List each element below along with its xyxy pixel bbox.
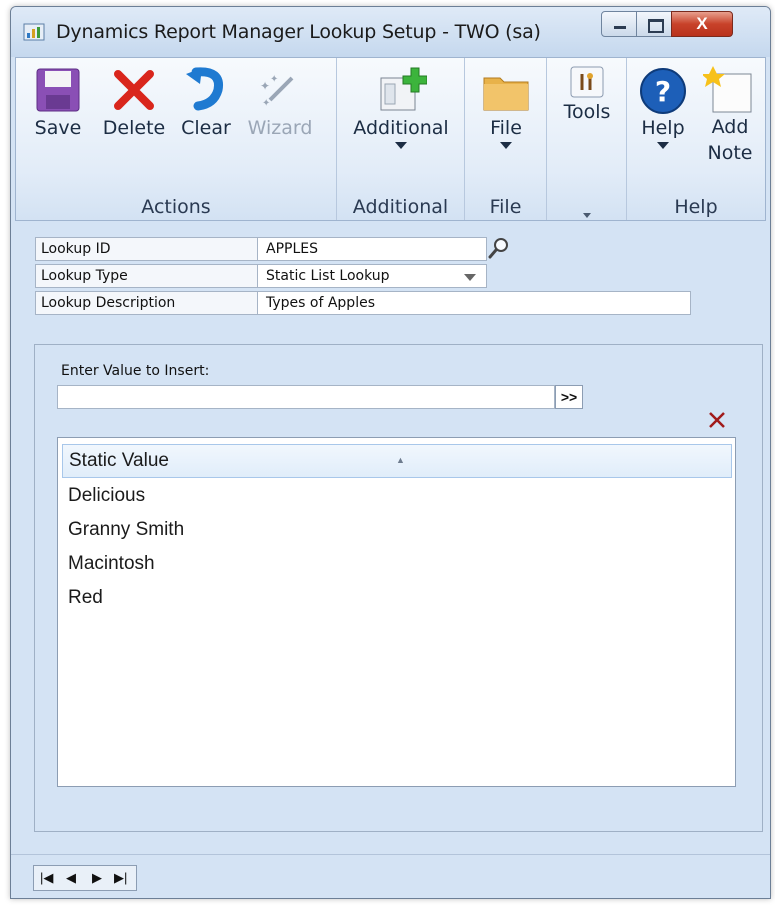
enter-value-input[interactable] — [57, 385, 555, 409]
ribbon-group-file: File File — [465, 58, 547, 220]
group-label-actions: Actions — [141, 196, 211, 218]
next-record-icon[interactable]: ▶ — [92, 870, 102, 886]
delete-button[interactable]: Delete — [98, 66, 170, 142]
window: Dynamics Report Manager Lookup Setup - T… — [10, 6, 771, 899]
clear-icon — [186, 67, 224, 111]
additional-button[interactable]: Additional — [345, 66, 457, 149]
additional-dropdown-icon — [395, 142, 407, 149]
list-item[interactable]: Red — [68, 587, 103, 609]
maximize-icon — [648, 19, 664, 33]
help-button[interactable]: ? Help — [633, 66, 693, 149]
static-value-list[interactable]: Static Value ▲ Delicious Granny Smith Ma… — [57, 437, 736, 787]
group-label-tools — [547, 201, 626, 218]
first-record-icon[interactable]: |◀ — [40, 870, 53, 886]
group-label-additional: Additional — [352, 196, 449, 218]
ribbon: Save Delete Clear ✦ ✦ ✦ Wizard Actions A… — [15, 57, 766, 221]
file-dropdown-icon — [500, 142, 512, 149]
ribbon-group-actions: Save Delete Clear ✦ ✦ ✦ Wizard Actions — [16, 58, 337, 220]
group-label-file: File — [489, 196, 522, 218]
tools-icon — [570, 66, 604, 98]
close-icon: X — [696, 14, 708, 33]
wizard-icon: ✦ ✦ ✦ — [260, 74, 294, 109]
app-icon — [23, 23, 45, 41]
close-button[interactable]: X — [671, 11, 733, 37]
lookup-description-field[interactable]: Types of Apples — [257, 291, 691, 315]
column-header-static-value[interactable]: Static Value ▲ — [62, 444, 732, 478]
remove-value-button[interactable] — [706, 409, 728, 431]
maximize-button[interactable] — [636, 11, 672, 37]
minimize-icon — [614, 26, 626, 29]
lookup-id-label: Lookup ID — [35, 237, 257, 261]
search-icon — [488, 238, 508, 259]
file-icon — [483, 77, 529, 111]
tools-dropdown-icon[interactable] — [582, 213, 591, 218]
save-icon — [36, 68, 80, 112]
group-label-help: Help — [674, 196, 718, 218]
insert-value-button[interactable]: >> — [555, 385, 583, 409]
file-button[interactable]: File — [471, 66, 541, 149]
footer-divider — [11, 854, 770, 855]
svg-text:✦: ✦ — [262, 98, 270, 109]
title-bar[interactable]: Dynamics Report Manager Lookup Setup - T… — [11, 7, 770, 57]
window-title: Dynamics Report Manager Lookup Setup - T… — [56, 21, 541, 43]
lookup-type-label: Lookup Type — [35, 264, 257, 288]
help-dropdown-icon — [657, 142, 669, 149]
sort-ascending-icon: ▲ — [396, 455, 405, 465]
ribbon-group-tools: Tools — [547, 58, 627, 220]
column-header-label: Static Value — [69, 450, 169, 471]
lookup-id-search-button[interactable] — [487, 236, 511, 260]
clear-button[interactable]: Clear — [178, 66, 234, 142]
dropdown-icon[interactable] — [464, 274, 476, 281]
svg-text:?: ? — [655, 75, 671, 108]
remove-icon — [709, 412, 725, 428]
lookup-type-value: Static List Lookup — [266, 268, 390, 284]
lookup-description-label: Lookup Description — [35, 291, 257, 315]
additional-icon — [380, 67, 427, 111]
wizard-button[interactable]: ✦ ✦ ✦ Wizard — [244, 66, 316, 142]
previous-record-icon[interactable]: ◀ — [66, 870, 76, 886]
record-navigator: |◀ ◀ ▶ ▶| — [33, 865, 137, 891]
lookup-id-field[interactable]: APPLES — [257, 237, 487, 261]
last-record-icon[interactable]: ▶| — [114, 870, 127, 886]
svg-text:✦: ✦ — [260, 79, 270, 93]
help-icon: ? — [640, 68, 686, 114]
svg-text:✦: ✦ — [270, 74, 278, 85]
lookup-type-select[interactable]: Static List Lookup — [257, 264, 487, 288]
delete-icon — [114, 70, 154, 110]
list-item[interactable]: Macintosh — [68, 553, 155, 575]
ribbon-group-help: ? Help Add Note Help — [627, 58, 765, 220]
list-item[interactable]: Granny Smith — [68, 519, 184, 541]
ribbon-group-additional: Additional Additional — [337, 58, 465, 220]
tools-button[interactable]: Tools — [557, 66, 617, 126]
add-note-button[interactable]: Add Note — [699, 66, 761, 166]
add-note-icon — [703, 66, 752, 113]
list-item[interactable]: Delicious — [68, 485, 145, 507]
minimize-button[interactable] — [601, 11, 637, 37]
enter-value-label: Enter Value to Insert: — [61, 363, 210, 379]
save-button[interactable]: Save — [30, 66, 86, 142]
